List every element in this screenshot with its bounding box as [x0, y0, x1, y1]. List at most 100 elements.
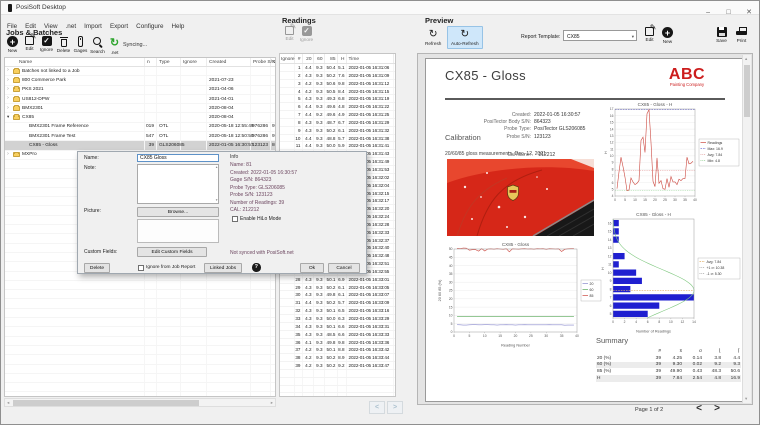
- column-header-[interactable]: #: [295, 54, 303, 63]
- edit-custom-fields-button[interactable]: Edit Custom Fields: [137, 247, 207, 257]
- batch-name-input[interactable]: [137, 154, 219, 163]
- browse-button[interactable]: Browse...: [137, 207, 219, 217]
- scroll-right-icon[interactable]: ▸: [271, 400, 273, 406]
- tree-row[interactable]: BMX2301 Frame Reference019OTL2020-05-18 …: [5, 123, 276, 132]
- note-scroll-down-icon[interactable]: ▾: [216, 199, 218, 203]
- jobs-toolbar-net-button[interactable]: .net: [106, 36, 123, 59]
- reading-row[interactable]: 84.39.348.76.72022-01-05 16:31:29: [280, 119, 395, 127]
- column-header-85[interactable]: 85: [325, 54, 338, 63]
- reading-row[interactable]: 314.49.350.25.72022-01-05 16:33:09: [280, 299, 395, 307]
- menu-item-net[interactable]: .net: [62, 21, 81, 31]
- jobs-toolbar-edit-button[interactable]: Edit: [21, 36, 38, 59]
- linked-jobs-button[interactable]: Linked Jobs: [204, 263, 242, 273]
- delete-button[interactable]: Delete: [84, 263, 110, 273]
- template-new-button[interactable]: New: [659, 27, 676, 50]
- svg-text:60: 60: [590, 288, 594, 292]
- readings-ignore-button[interactable]: Ignore: [298, 26, 315, 49]
- jobs-toolbar-ignore-button[interactable]: Ignore: [38, 36, 55, 59]
- meta-row: PosiTector Body S/N:864323: [445, 110, 605, 117]
- report-template-select[interactable]: CX85 ▾: [563, 30, 637, 41]
- template-edit-button[interactable]: Edit: [641, 27, 658, 50]
- reading-row[interactable]: 334.39.350.06.32022-01-05 16:33:29: [280, 315, 395, 323]
- jobs-toolbar-new-button[interactable]: New: [4, 36, 21, 59]
- ignore-from-job-report-checkbox[interactable]: [138, 265, 144, 271]
- column-header-h[interactable]: H: [338, 54, 347, 63]
- minimize-icon[interactable]: –: [700, 6, 716, 19]
- reading-row[interactable]: 44.29.350.58.42022-01-05 16:31:15: [280, 88, 395, 96]
- readings-next-page-button[interactable]: >: [387, 401, 403, 414]
- reading-row[interactable]: 34.29.350.69.82022-01-05 16:31:12: [280, 80, 395, 88]
- tree-row[interactable]: CX85 - Gloss39GLS2060852022-01-05 16:30:…: [5, 141, 276, 150]
- cancel-button[interactable]: Cancel: [328, 263, 360, 273]
- refresh-button[interactable]: Refresh: [422, 27, 444, 50]
- print-button[interactable]: Print: [733, 27, 750, 50]
- reading-row[interactable]: 384.29.350.28.92022-01-05 16:33:44: [280, 354, 395, 362]
- report-photo: [447, 159, 594, 236]
- svg-text:30: 30: [544, 334, 548, 338]
- menu-item-configure[interactable]: Configure: [132, 21, 167, 31]
- column-header-60[interactable]: 60: [314, 54, 325, 63]
- auto-refresh-button[interactable]: Auto-Refresh: [447, 26, 483, 49]
- reading-row[interactable]: 344.39.350.16.62022-01-05 16:33:31: [280, 323, 395, 331]
- scroll-up-icon[interactable]: ▴: [745, 56, 747, 62]
- help-icon[interactable]: ?: [252, 263, 261, 272]
- tree-row[interactable]: ›PKS 20212021-04-06: [5, 86, 276, 95]
- menu-item-export[interactable]: Export: [106, 21, 132, 31]
- note-scroll-up-icon[interactable]: ▴: [216, 166, 218, 170]
- column-header-ignore[interactable]: Ignore: [280, 54, 295, 63]
- tree-row[interactable]: ›Batches not linked to a Job: [5, 67, 276, 76]
- reading-row[interactable]: 74.49.249.64.92022-01-05 16:31:25: [280, 111, 395, 119]
- readings-prev-page-button[interactable]: <: [369, 401, 385, 414]
- reading-row[interactable]: 64.49.349.64.82022-01-05 16:31:22: [280, 103, 395, 111]
- column-header-created[interactable]: Created: [207, 58, 251, 66]
- enable-hilo-checkbox[interactable]: [232, 216, 238, 222]
- menu-item-help[interactable]: Help: [167, 21, 188, 31]
- scrollbar-thumb[interactable]: [13, 400, 199, 406]
- tree-row[interactable]: ›800 Commerce Park2021-07-23: [5, 76, 276, 85]
- report-next-page-button[interactable]: >: [709, 402, 725, 416]
- tree-row[interactable]: ›BMX23012020-08-04: [5, 104, 276, 113]
- readings-edit-button[interactable]: Edit: [281, 26, 298, 49]
- reading-row[interactable]: 324.39.350.16.52022-01-05 16:33:16: [280, 307, 395, 315]
- tree-row[interactable]: BMX2301 Frame Test547OTL2020-05-18 12:50…: [5, 132, 276, 141]
- reading-row[interactable]: 14.49.350.45.12022-01-05 16:31:06: [280, 64, 395, 72]
- reading-row[interactable]: 94.39.350.26.12022-01-05 16:31:32: [280, 127, 395, 135]
- close-icon[interactable]: ✕: [741, 6, 757, 19]
- note-textarea[interactable]: ▴ ▾: [137, 164, 219, 204]
- scrollbar-thumb[interactable]: [744, 65, 750, 117]
- reading-row[interactable]: 54.39.349.36.82022-01-05 16:31:19: [280, 95, 395, 103]
- jobs-horizontal-scrollbar[interactable]: ◂ ▸: [4, 398, 276, 407]
- reading-row[interactable]: 114.49.350.05.92022-01-05 16:31:41: [280, 142, 395, 150]
- scroll-down-icon[interactable]: ▾: [745, 396, 747, 402]
- preview-vertical-scrollbar[interactable]: ▴ ▾: [742, 55, 751, 403]
- report-prev-page-button[interactable]: <: [691, 402, 707, 416]
- reading-row[interactable]: 24.39.350.27.62022-01-05 16:31:09: [280, 72, 395, 80]
- scroll-left-icon[interactable]: ◂: [7, 400, 9, 406]
- reading-row[interactable]: 374.29.350.18.82022-01-05 16:33:42: [280, 346, 395, 354]
- menu-item-import[interactable]: Import: [80, 21, 106, 31]
- reading-row[interactable]: 294.39.350.26.12022-01-05 16:33:05: [280, 284, 395, 292]
- reading-row[interactable]: 104.49.348.85.72022-01-05 16:31:38: [280, 135, 395, 143]
- reading-row[interactable]: 304.39.349.86.12022-01-05 16:33:07: [280, 291, 395, 299]
- column-header-type[interactable]: Type: [157, 58, 181, 66]
- jobs-toolbar-delete-button[interactable]: Delete: [55, 36, 72, 59]
- column-header-n[interactable]: n: [145, 58, 157, 66]
- column-header-name[interactable]: Name: [5, 58, 145, 66]
- column-header-probesn[interactable]: Probe S/N: [251, 58, 271, 66]
- reading-row[interactable]: 394.29.350.29.22022-01-05 16:33:47: [280, 362, 395, 370]
- reading-row[interactable]: 284.39.350.16.92022-01-05 16:33:01: [280, 276, 395, 284]
- column-header-gagesn[interactable]: Gage S/N: [271, 58, 276, 66]
- reading-row[interactable]: 364.19.349.89.82022-01-05 16:33:36: [280, 339, 395, 347]
- column-header-ignore[interactable]: Ignore: [181, 58, 207, 66]
- tree-empty-row: [5, 309, 276, 318]
- column-header-20[interactable]: 20: [303, 54, 314, 63]
- column-header-time[interactable]: Time: [347, 54, 394, 63]
- jobs-toolbar-gages-button[interactable]: Gages: [72, 36, 89, 59]
- tree-row[interactable]: ▾CX852020-08-04: [5, 113, 276, 122]
- jobs-toolbar-search-button[interactable]: Search: [89, 36, 106, 59]
- tree-row[interactable]: ›US812-DPW2021-04-01: [5, 95, 276, 104]
- save-button[interactable]: Save: [713, 27, 730, 50]
- ok-button[interactable]: Ok: [300, 263, 324, 273]
- maximize-icon[interactable]: □: [721, 6, 737, 19]
- reading-row[interactable]: 354.39.348.56.62022-01-05 16:33:33: [280, 331, 395, 339]
